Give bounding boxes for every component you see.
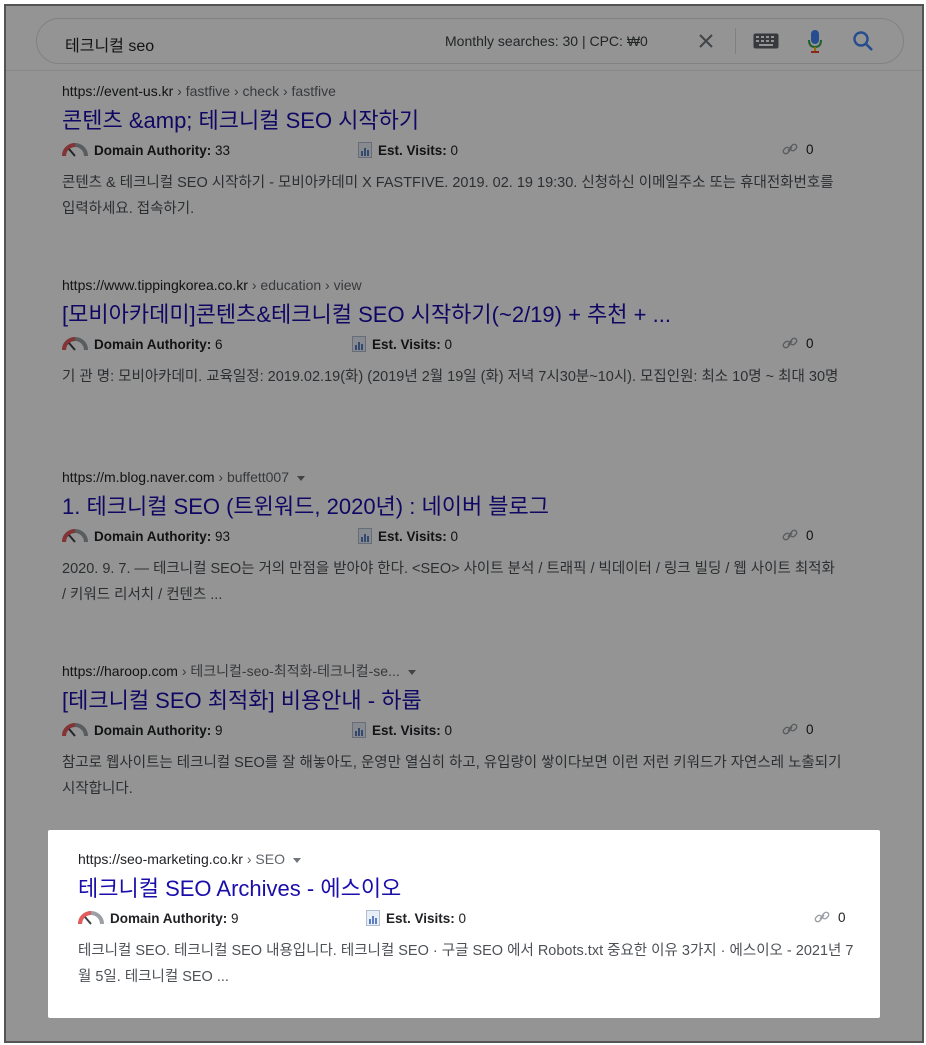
bar-chart-icon — [358, 142, 372, 158]
header-divider — [6, 70, 922, 71]
result-snippet: 콘텐츠 & 테크니컬 SEO 시작하기 - 모비아카데미 X FASTFIVE.… — [62, 175, 834, 217]
result-title-link[interactable]: 테크니컬 SEO Archives - 에스이오 — [78, 874, 838, 904]
bar-chart-icon — [358, 528, 372, 544]
result-breadcrumb: › education › view — [247, 277, 362, 293]
result-domain: https://seo-marketing.co.kr — [78, 851, 243, 867]
result-url[interactable]: https://m.blog.naver.com › buffett007 — [62, 468, 842, 486]
bar-chart-icon — [366, 910, 380, 926]
backlinks-count: 0 — [814, 910, 846, 925]
gauge-icon — [62, 723, 88, 737]
backlinks-count: 0 — [782, 528, 814, 543]
result-title-link[interactable]: 콘텐츠 &amp; 테크니컬 SEO 시작하기 — [62, 106, 822, 136]
domain-authority: Domain Authority: 6 — [62, 336, 223, 352]
result-metrics: Domain Authority: 9 Est. Visits: 0 0 — [78, 910, 858, 930]
link-icon — [782, 529, 798, 541]
dropdown-caret-icon[interactable] — [292, 857, 301, 863]
result-domain: https://haroop.com — [62, 663, 178, 679]
result-metrics: Domain Authority: 93 Est. Visits: 0 0 — [62, 528, 842, 548]
result-breadcrumb: › SEO — [242, 851, 285, 867]
domain-authority: Domain Authority: 9 — [62, 722, 223, 738]
estimated-visits: Est. Visits: 0 — [352, 336, 452, 352]
gauge-icon — [62, 143, 88, 157]
search-result: https://m.blog.naver.com › buffett007 1.… — [62, 468, 842, 608]
estimated-visits: Est. Visits: 0 — [358, 142, 458, 158]
backlinks-count: 0 — [782, 142, 814, 157]
result-snippet: 참고로 웹사이트는 테크니컬 SEO를 잘 해놓아도, 운영만 열심히 하고, … — [62, 755, 842, 797]
result-snippet: 기 관 명: 모비아카데미. 교육일정: 2019.02.19(화) (2019… — [62, 369, 839, 385]
search-result: https://haroop.com › 테크니컬-seo-최적화-테크니컬-s… — [62, 662, 842, 802]
estimated-visits: Est. Visits: 0 — [366, 910, 466, 926]
microphone-icon[interactable] — [807, 29, 823, 53]
result-snippet: 테크니컬 SEO. 테크니컬 SEO 내용입니다. 테크니컬 SEO · 구글 … — [78, 943, 854, 985]
domain-authority: Domain Authority: 33 — [62, 142, 230, 158]
result-domain: https://www.tippingkorea.co.kr — [62, 277, 248, 293]
link-icon — [814, 911, 830, 923]
result-metrics: Domain Authority: 33 Est. Visits: 0 0 — [62, 142, 842, 162]
result-url[interactable]: https://seo-marketing.co.kr › SEO — [78, 850, 858, 868]
result-url[interactable]: https://event-us.kr › fastfive › check ›… — [62, 82, 842, 100]
result-breadcrumb: › buffett007 — [214, 469, 289, 485]
link-icon — [782, 143, 798, 155]
keyboard-icon[interactable] — [753, 33, 779, 49]
result-title-link[interactable]: [모비아카데미]콘텐츠&테크니컬 SEO 시작하기(~2/19) + 추천 + … — [62, 300, 822, 330]
result-domain: https://m.blog.naver.com — [62, 469, 215, 485]
result-snippet: 2020. 9. 7. — 테크니컬 SEO는 거의 만점을 받아야 한다. <… — [62, 561, 835, 603]
result-url[interactable]: https://www.tippingkorea.co.kr › educati… — [62, 276, 842, 294]
gauge-icon — [78, 911, 104, 925]
domain-authority: Domain Authority: 93 — [62, 528, 230, 544]
gauge-icon — [62, 529, 88, 543]
search-result: https://www.tippingkorea.co.kr › educati… — [62, 276, 842, 390]
search-result: https://event-us.kr › fastfive › check ›… — [62, 82, 842, 222]
gauge-icon — [62, 337, 88, 351]
result-metrics: Domain Authority: 9 Est. Visits: 0 0 — [62, 722, 842, 742]
result-title-link[interactable]: [테크니컬 SEO 최적화] 비용안내 - 하룹 — [62, 686, 822, 716]
result-title-link[interactable]: 1. 테크니컬 SEO (트윈워드, 2020년) : 네이버 블로그 — [62, 492, 822, 522]
keyword-metrics: Monthly searches: 30 | CPC: ₩0 — [445, 33, 648, 49]
search-bar[interactable]: 테크니컬 seo Monthly searches: 30 | CPC: ₩0 — [36, 18, 904, 64]
backlinks-count: 0 — [782, 722, 814, 737]
result-breadcrumb: › fastfive › check › fastfive — [173, 83, 336, 99]
bar-chart-icon — [352, 722, 366, 738]
backlinks-count: 0 — [782, 336, 814, 351]
link-icon — [782, 337, 798, 349]
search-result: https://seo-marketing.co.kr › SEO 테크니컬 S… — [78, 850, 858, 990]
domain-authority: Domain Authority: 9 — [78, 910, 239, 926]
divider — [735, 28, 736, 54]
browser-frame: 테크니컬 seo Monthly searches: 30 | CPC: ₩0 — [4, 4, 924, 1043]
search-input[interactable]: 테크니컬 seo — [65, 32, 154, 56]
result-url[interactable]: https://haroop.com › 테크니컬-seo-최적화-테크니컬-s… — [62, 662, 842, 680]
search-icon[interactable] — [852, 30, 874, 52]
result-metrics: Domain Authority: 6 Est. Visits: 0 0 — [62, 336, 842, 356]
result-domain: https://event-us.kr — [62, 83, 174, 99]
estimated-visits: Est. Visits: 0 — [358, 528, 458, 544]
estimated-visits: Est. Visits: 0 — [352, 722, 452, 738]
result-breadcrumb: › 테크니컬-seo-최적화-테크니컬-se... — [177, 663, 400, 679]
link-icon — [782, 723, 798, 735]
dropdown-caret-icon[interactable] — [407, 669, 416, 675]
dropdown-caret-icon[interactable] — [297, 475, 305, 481]
clear-icon[interactable] — [697, 32, 715, 50]
bar-chart-icon — [352, 336, 366, 352]
